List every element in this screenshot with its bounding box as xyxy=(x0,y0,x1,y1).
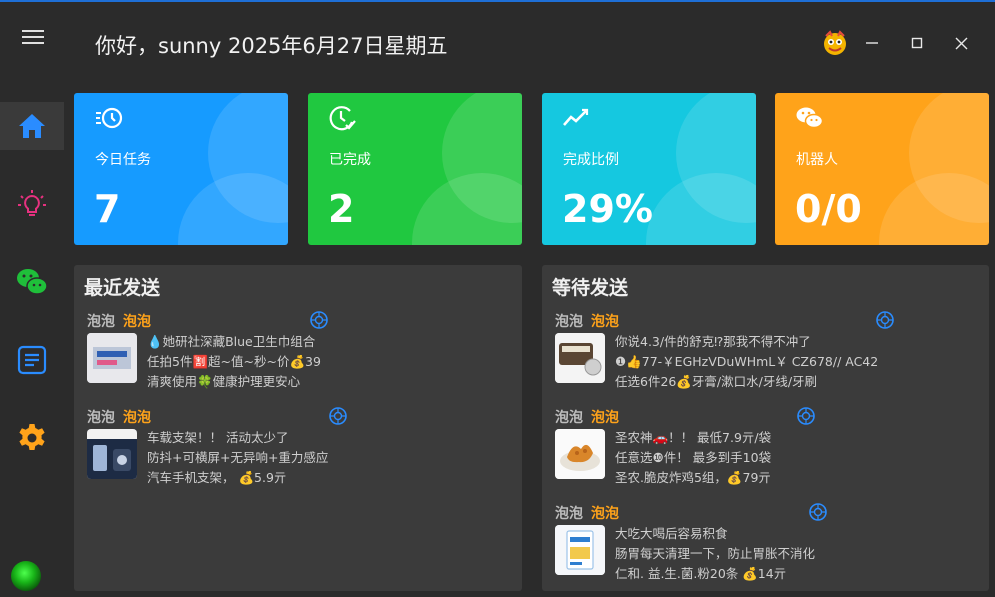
message-line: 圣农.脆皮炸鸡5组，💰79亓 xyxy=(615,470,771,485)
bot-name: 泡泡 xyxy=(591,506,619,522)
message-line: 肠胃每天清理一下，防止胃胀不消化 xyxy=(615,546,816,561)
avatar[interactable] xyxy=(822,30,848,56)
sender-name: 泡泡 xyxy=(555,506,583,522)
hamburger-menu-icon[interactable] xyxy=(22,26,52,52)
stat-card-today-tasks: 今日任务 7 xyxy=(74,93,288,245)
stat-label: 完成比例 xyxy=(563,152,619,168)
document-icon xyxy=(17,345,47,375)
message-line: 任意选❿件！ 最多到手10袋 xyxy=(615,450,772,465)
message-sender: 泡泡 泡泡 xyxy=(555,311,619,331)
minimize-button[interactable] xyxy=(857,28,887,58)
title-bar: 你好，sunny 2025年6月27日星期五 xyxy=(0,2,995,82)
stat-card-robots: 机器人 0/0 xyxy=(775,93,989,245)
list-item[interactable]: 泡泡 泡泡 车载支架！！ 活动太少了 防抖+可横屏+无异响+重力感应 汽车手机支架… xyxy=(74,407,522,499)
panel-title: 等待发送 xyxy=(552,277,629,299)
stat-value: 2 xyxy=(328,187,355,231)
message-line: 你说4.3/件的舒克⁉那我不得不冲了 xyxy=(615,334,811,349)
product-thumbnail xyxy=(555,525,605,575)
message-text: 你说4.3/件的舒克⁉那我不得不冲了 ❶👍77-￥EGHzVDuWHmL￥ CZ… xyxy=(615,332,878,392)
message-line: 圣农神🚗！！ 最低7.9亓/袋 xyxy=(615,430,772,445)
message-text: 大吃大喝后容易积食 肠胃每天清理一下，防止胃胀不消化 仁和. 益.生.菌.粉20… xyxy=(615,524,815,584)
message-line: 💧她研社深藏Blue卫生巾组合 xyxy=(147,334,316,349)
product-thumbnail xyxy=(555,333,605,383)
maximize-icon xyxy=(911,37,923,49)
wechat-icon xyxy=(796,107,824,129)
message-sender: 泡泡 泡泡 xyxy=(87,311,151,331)
refresh-icon[interactable] xyxy=(808,502,828,522)
panel-title: 最近发送 xyxy=(84,277,161,299)
stat-card-completion-ratio: 完成比例 29% xyxy=(542,93,756,245)
list-item[interactable]: 泡泡 泡泡 💧她研社深藏Blue卫生巾组合 任拍5件🈹超~值~秒~价💰39 清爽使… xyxy=(74,311,522,403)
refresh-icon[interactable] xyxy=(309,310,329,330)
sidebar-item-wechat[interactable] xyxy=(0,258,64,306)
list-item[interactable]: 泡泡 泡泡 大吃大喝后容易积食 肠胃每天清理一下，防止胃胀不消化 仁和. 益.生.… xyxy=(542,503,989,591)
greeting-text: 你好，sunny 2025年6月27日星期五 xyxy=(95,34,448,58)
gear-icon xyxy=(19,424,45,450)
bot-name: 泡泡 xyxy=(123,314,151,330)
message-text: 💧她研社深藏Blue卫生巾组合 任拍5件🈹超~值~秒~价💰39 清爽使用🍀健康护… xyxy=(147,332,321,392)
message-line: 任拍5件🈹超~值~秒~价💰39 xyxy=(147,354,321,369)
message-sender: 泡泡 泡泡 xyxy=(87,407,151,427)
message-sender: 泡泡 泡泡 xyxy=(555,407,619,427)
message-line: 任选6件26💰牙膏/漱口水/牙线/牙刷 xyxy=(615,374,818,389)
product-thumbnail xyxy=(87,333,137,383)
lightbulb-icon xyxy=(18,190,46,216)
refresh-icon[interactable] xyxy=(796,406,816,426)
clock-history-icon xyxy=(96,107,123,129)
message-line: 清爽使用🍀健康护理更安心 xyxy=(147,374,301,389)
product-thumbnail xyxy=(87,429,137,479)
sender-name: 泡泡 xyxy=(555,314,583,330)
message-text: 车载支架！！ 活动太少了 防抖+可横屏+无异响+重力感应 汽车手机支架， 💰5.… xyxy=(147,428,328,488)
sidebar-item-ideas[interactable] xyxy=(0,180,64,228)
pending-send-panel: 等待发送 泡泡 泡泡 你说4.3/件的舒克⁉那我不得不冲了 ❶👍77-￥EGHzV… xyxy=(542,265,989,591)
list-item[interactable]: 泡泡 泡泡 圣农神🚗！！ 最低7.9亓/袋 任意选❿件！ 最多到手10袋 圣农.脆… xyxy=(542,407,989,499)
sender-name: 泡泡 xyxy=(87,410,115,426)
message-text: 圣农神🚗！！ 最低7.9亓/袋 任意选❿件！ 最多到手10袋 圣农.脆皮炸鸡5组… xyxy=(615,428,771,488)
clock-check-icon xyxy=(329,106,356,131)
recent-sent-panel: 最近发送 泡泡 泡泡 💧她研社深藏Blue卫生巾组合 任拍5件🈹超~值~秒~价💰3… xyxy=(74,265,522,591)
message-sender: 泡泡 泡泡 xyxy=(555,503,619,523)
sidebar-item-documents[interactable] xyxy=(0,336,64,384)
close-button[interactable] xyxy=(946,28,976,58)
list-item[interactable]: 泡泡 泡泡 你说4.3/件的舒克⁉那我不得不冲了 ❶👍77-￥EGHzVDuWHm… xyxy=(542,311,989,403)
close-icon xyxy=(955,37,967,49)
trend-line-icon xyxy=(563,108,589,126)
stat-label: 机器人 xyxy=(796,152,838,168)
message-line: 汽车手机支架， 💰5.9亓 xyxy=(147,470,287,485)
sender-name: 泡泡 xyxy=(87,314,115,330)
message-line: 车载支架！！ 活动太少了 xyxy=(147,430,289,445)
connection-status-indicator xyxy=(11,561,41,591)
stat-card-completed: 已完成 2 xyxy=(308,93,522,245)
message-line: 仁和. 益.生.菌.粉20条 💰14亓 xyxy=(615,566,787,581)
bot-name: 泡泡 xyxy=(591,314,619,330)
wechat-icon xyxy=(17,269,48,295)
refresh-icon[interactable] xyxy=(328,406,348,426)
bot-name: 泡泡 xyxy=(591,410,619,426)
stat-value: 0/0 xyxy=(795,187,862,231)
bot-name: 泡泡 xyxy=(123,410,151,426)
sender-name: 泡泡 xyxy=(555,410,583,426)
sidebar-item-settings[interactable] xyxy=(0,414,64,462)
refresh-icon[interactable] xyxy=(875,310,895,330)
minimize-icon xyxy=(866,42,878,44)
stat-value: 7 xyxy=(94,187,121,231)
message-line: ❶👍77-￥EGHzVDuWHmL￥ CZ678// AC42 xyxy=(615,354,879,369)
stat-label: 今日任务 xyxy=(95,152,151,168)
product-thumbnail xyxy=(555,429,605,479)
message-line: 大吃大喝后容易积食 xyxy=(615,526,728,541)
stat-value: 29% xyxy=(562,187,653,231)
sidebar-item-home[interactable] xyxy=(0,102,64,150)
maximize-button[interactable] xyxy=(902,28,932,58)
home-icon xyxy=(19,114,45,138)
stat-label: 已完成 xyxy=(329,152,371,168)
sidebar xyxy=(0,82,70,597)
message-line: 防抖+可横屏+无异响+重力感应 xyxy=(147,450,329,465)
